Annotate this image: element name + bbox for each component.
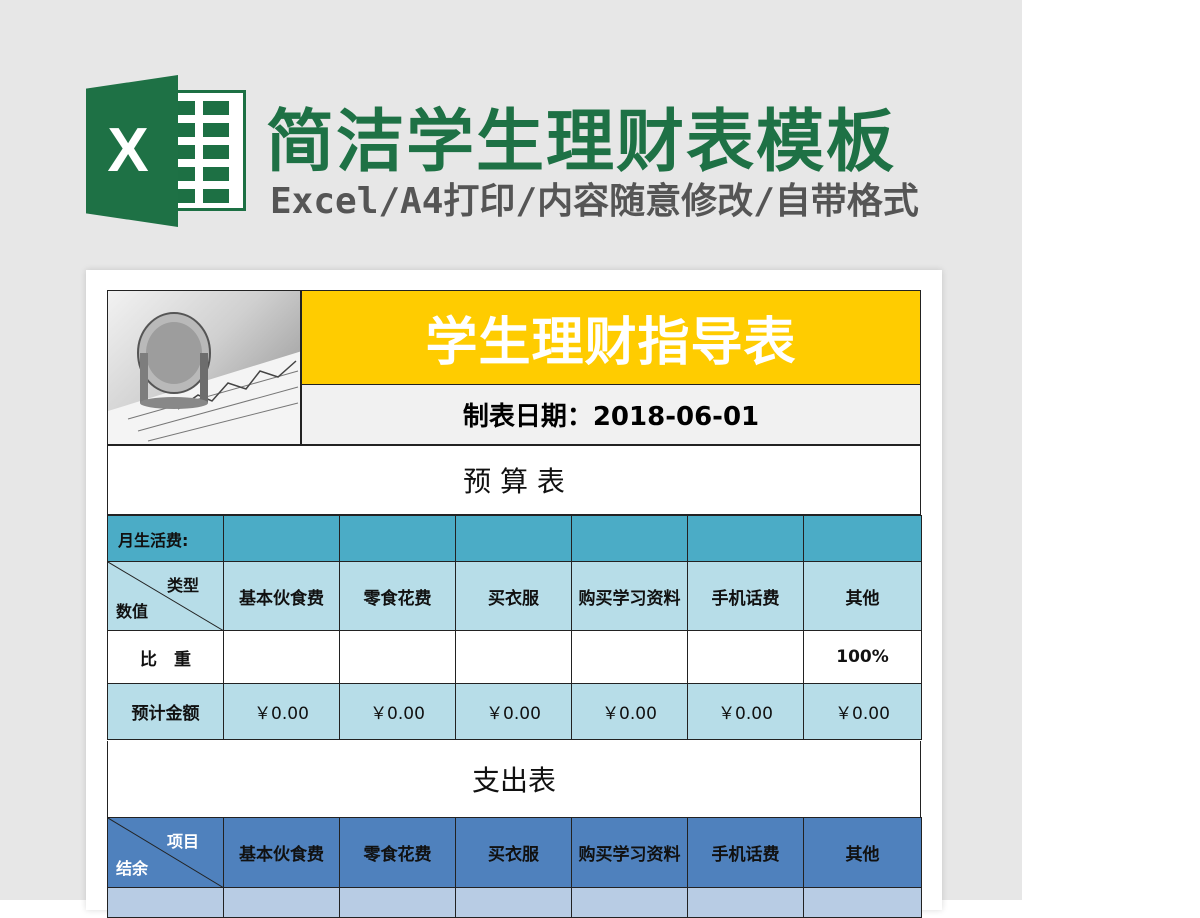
date-line: 制表日期：2018-06-01 xyxy=(462,402,760,432)
monthly-cell[interactable] xyxy=(803,515,922,562)
category-header: 基本伙食费 xyxy=(223,561,340,631)
ratio-label: 比 重 xyxy=(107,630,224,684)
estimate-cell[interactable]: ￥0.00 xyxy=(687,683,804,740)
diag-top-label: 项目 xyxy=(166,832,199,851)
category-header: 零食花费 xyxy=(339,561,456,631)
budget-title-text: 预 算 表 xyxy=(463,465,565,498)
expense-table: 项目 结余 基本伙食费 零食花费 买衣服 购买学习资料 手机话费 其他 xyxy=(107,817,922,918)
expense-diagonal-header: 项目 结余 xyxy=(107,817,224,888)
ratio-cell[interactable] xyxy=(223,630,340,684)
expense-cell[interactable] xyxy=(339,887,456,918)
category-header: 其他 xyxy=(803,817,922,888)
category-header: 手机话费 xyxy=(687,561,804,631)
diag-bottom-label: 结余 xyxy=(116,859,149,878)
budget-section-title: 预 算 表 xyxy=(107,445,921,515)
estimate-cell[interactable]: ￥0.00 xyxy=(803,683,922,740)
ratio-cell[interactable]: 100% xyxy=(803,630,922,684)
budget-header-row: 类型 数值 基本伙食费 零食花费 买衣服 购买学习资料 手机话费 其他 xyxy=(107,561,922,631)
ratio-cell[interactable] xyxy=(571,630,688,684)
expense-cell[interactable] xyxy=(455,887,572,918)
monthly-label: 月生活费: xyxy=(107,515,224,562)
expense-cell[interactable] xyxy=(107,887,224,918)
ratio-row: 比 重 100% xyxy=(107,630,922,684)
diag-bottom-label: 数值 xyxy=(116,602,149,621)
date-bar: 制表日期：2018-06-01 xyxy=(301,385,921,445)
monthly-cell[interactable] xyxy=(223,515,340,562)
estimate-label: 预计金额 xyxy=(107,683,224,740)
expense-cell[interactable] xyxy=(687,887,804,918)
estimate-row: 预计金额 ￥0.00 ￥0.00 ￥0.00 ￥0.00 ￥0.00 ￥0.00 xyxy=(107,683,922,740)
sheet-banner: 学生理财指导表 xyxy=(301,290,921,385)
excel-x-icon: X xyxy=(107,116,149,185)
excel-logo-icon: X xyxy=(86,75,248,227)
expense-cell[interactable] xyxy=(571,887,688,918)
budget-diagonal-header: 类型 数值 xyxy=(107,561,224,631)
category-header: 买衣服 xyxy=(455,817,572,888)
expense-cell[interactable] xyxy=(223,887,340,918)
estimate-cell[interactable]: ￥0.00 xyxy=(339,683,456,740)
expense-cell[interactable] xyxy=(803,887,922,918)
category-header: 购买学习资料 xyxy=(571,817,688,888)
monthly-cell[interactable] xyxy=(455,515,572,562)
category-header: 基本伙食费 xyxy=(223,817,340,888)
ratio-cell[interactable] xyxy=(687,630,804,684)
category-header: 买衣服 xyxy=(455,561,572,631)
category-header: 零食花费 xyxy=(339,817,456,888)
estimate-cell[interactable]: ￥0.00 xyxy=(571,683,688,740)
estimate-cell[interactable]: ￥0.00 xyxy=(455,683,572,740)
category-header: 手机话费 xyxy=(687,817,804,888)
page-title: 简洁学生理财表模板 xyxy=(266,103,897,182)
budget-table: 月生活费: 类型 数值 基本伙食费 零食花费 买衣服 购买学习资料 手机话费 其… xyxy=(107,515,922,740)
coin-chart-photo xyxy=(107,290,301,445)
ratio-cell[interactable] xyxy=(455,630,572,684)
page-subtitle: Excel/A4打印/内容随意修改/自带格式 xyxy=(270,181,919,222)
ratio-cell[interactable] xyxy=(339,630,456,684)
monthly-cell[interactable] xyxy=(687,515,804,562)
diag-top-label: 类型 xyxy=(166,576,199,595)
expense-header-row: 项目 结余 基本伙食费 零食花费 买衣服 购买学习资料 手机话费 其他 xyxy=(107,817,922,888)
monthly-cell[interactable] xyxy=(571,515,688,562)
estimate-cell[interactable]: ￥0.00 xyxy=(223,683,340,740)
category-header: 购买学习资料 xyxy=(571,561,688,631)
expense-row xyxy=(107,887,922,918)
category-header: 其他 xyxy=(803,561,922,631)
expense-section-title: 支出表 xyxy=(107,741,921,818)
spreadsheet: 学生理财指导表 制表日期：2018-06-01 预 算 表 月生活费: 类型 数… xyxy=(107,290,922,918)
monthly-row: 月生活费: xyxy=(107,515,922,562)
monthly-cell[interactable] xyxy=(339,515,456,562)
sheet-title: 学生理财指导表 xyxy=(425,313,797,373)
expense-title-text: 支出表 xyxy=(471,764,556,797)
